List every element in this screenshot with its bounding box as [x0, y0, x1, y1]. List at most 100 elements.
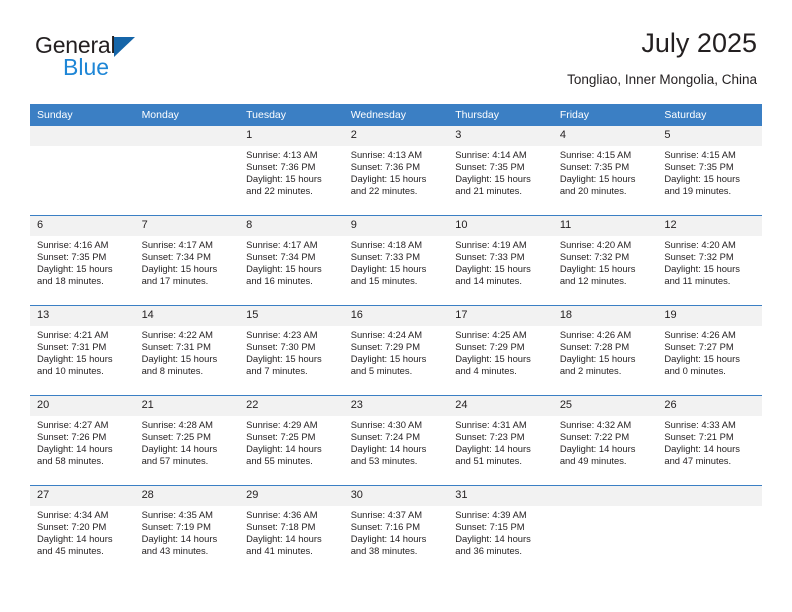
daylight-text-line1: Daylight: 14 hours: [455, 532, 531, 544]
sunset-text: Sunset: 7:25 PM: [246, 430, 316, 442]
day-number: 7: [134, 216, 240, 236]
daylight-text-line2: and 22 minutes.: [350, 184, 418, 196]
calendar-day-cell[interactable]: 1 Sunrise: 4:13 AM Sunset: 7:36 PM Daylight…: [239, 126, 344, 216]
day-number: 18: [552, 306, 658, 326]
daylight-text-line2: and 20 minutes.: [559, 184, 627, 196]
calendar-day-cell[interactable]: 25 Sunrise: 4:32 AM Sunset: 7:22 PM Dayligh…: [552, 395, 658, 486]
sunrise-text: Sunrise: 4:37 AM: [350, 509, 423, 520]
calendar-day-cell[interactable]: 21 Sunrise: 4:28 AM Sunset: 7:25 PM Dayligh…: [134, 395, 240, 486]
daylight-text-line1: Daylight: 15 hours: [664, 262, 740, 274]
daylight-text-line2: and 41 minutes.: [246, 544, 313, 556]
sunrise-text: Sunrise: 4:15 AM: [664, 149, 736, 160]
daylight-text-line1: Daylight: 15 hours: [141, 352, 218, 364]
sunrise-text: Sunrise: 4:21 AM: [37, 329, 109, 340]
calendar-day-cell[interactable]: 4 Sunrise: 4:15 AM Sunset: 7:35 PM Daylight…: [552, 126, 658, 216]
sunrise-text: Sunrise: 4:29 AM: [246, 419, 318, 430]
sunrise-text: Sunrise: 4:14 AM: [455, 149, 527, 160]
daylight-text-line2: and 45 minutes.: [37, 544, 104, 556]
calendar-day-cell[interactable]: 19 Sunrise: 4:26 AM Sunset: 7:27 PM Dayligh…: [657, 305, 762, 396]
calendar-day-cell[interactable]: 9 Sunrise: 4:18 AM Sunset: 7:33 PM Daylight…: [343, 215, 449, 306]
title-block: July 2025 Tongliao, Inner Mongolia, Chin…: [567, 26, 757, 90]
daylight-text-line1: Daylight: 14 hours: [350, 442, 427, 454]
day-number: 11: [552, 216, 658, 236]
calendar-day-cell[interactable]: 5 Sunrise: 4:15 AM Sunset: 7:35 PM Daylight…: [657, 126, 762, 216]
daylight-text-line1: Daylight: 15 hours: [559, 172, 636, 184]
sunset-text: Sunset: 7:16 PM: [350, 520, 420, 532]
sunrise-text: Sunrise: 4:24 AM: [350, 329, 423, 340]
day-sun-info: Sunrise: 4:13 AM Sunset: 7:36 PM Daylight:…: [344, 146, 449, 197]
day-sun-info: Sunrise: 4:32 AM Sunset: 7:22 PM Daylight:…: [553, 416, 658, 467]
calendar-day-cell[interactable]: 29 Sunrise: 4:36 AM Sunset: 7:18 PM Dayligh…: [239, 485, 344, 575]
calendar-day-cell[interactable]: 13 Sunrise: 4:21 AM Sunset: 7:31 PM Dayligh…: [30, 305, 135, 396]
calendar-day-cell[interactable]: 18 Sunrise: 4:26 AM Sunset: 7:28 PM Dayligh…: [552, 305, 658, 396]
calendar-day-cell[interactable]: 26 Sunrise: 4:33 AM Sunset: 7:21 PM Dayligh…: [657, 395, 762, 486]
calendar-day-cell[interactable]: 22 Sunrise: 4:29 AM Sunset: 7:25 PM Dayligh…: [239, 395, 344, 486]
calendar-day-cell[interactable]: 28 Sunrise: 4:35 AM Sunset: 7:19 PM Dayligh…: [134, 485, 240, 575]
calendar-body: 1 Sunrise: 4:13 AM Sunset: 7:36 PM Daylight…: [30, 126, 762, 575]
day-sun-info: Sunrise: 4:27 AM Sunset: 7:26 PM Daylight:…: [30, 416, 135, 467]
daylight-text-line2: and 47 minutes.: [664, 454, 732, 466]
daylight-text-line1: Daylight: 15 hours: [350, 352, 427, 364]
calendar-day-cell[interactable]: 27 Sunrise: 4:34 AM Sunset: 7:20 PM Dayligh…: [30, 485, 135, 575]
daylight-text-line2: and 17 minutes.: [141, 274, 209, 286]
calendar-day-cell[interactable]: 11 Sunrise: 4:20 AM Sunset: 7:32 PM Dayligh…: [552, 215, 658, 306]
day-number: 12: [657, 216, 762, 236]
day-number: 3: [448, 126, 553, 146]
general-blue-logo: General Blue: [35, 32, 215, 88]
daylight-text-line2: and 21 minutes.: [455, 184, 522, 196]
calendar-day-cell[interactable]: 17 Sunrise: 4:25 AM Sunset: 7:29 PM Dayligh…: [448, 305, 553, 396]
day-sun-info: Sunrise: 4:29 AM Sunset: 7:25 PM Daylight:…: [239, 416, 344, 467]
sunrise-text: Sunrise: 4:15 AM: [559, 149, 632, 160]
calendar-day-cell[interactable]: 2 Sunrise: 4:13 AM Sunset: 7:36 PM Daylight…: [343, 126, 449, 216]
sunset-text: Sunset: 7:34 PM: [246, 250, 316, 262]
sunset-text: Sunset: 7:18 PM: [246, 520, 316, 532]
weekday-header-tuesday: Tuesday: [239, 104, 344, 126]
sunrise-text: Sunrise: 4:22 AM: [141, 329, 213, 340]
daylight-text-line1: Daylight: 15 hours: [37, 352, 113, 364]
daylight-text-line2: and 18 minutes.: [37, 274, 104, 286]
calendar-day-cell[interactable]: 7 Sunrise: 4:17 AM Sunset: 7:34 PM Daylight…: [134, 215, 240, 306]
day-number: 27: [30, 486, 135, 506]
sunset-text: Sunset: 7:26 PM: [37, 430, 107, 442]
day-number: 20: [30, 396, 135, 416]
calendar-week-row: 13 Sunrise: 4:21 AM Sunset: 7:31 PM Dayligh…: [30, 305, 762, 396]
daylight-text-line1: Daylight: 15 hours: [559, 262, 636, 274]
day-sun-info: Sunrise: 4:33 AM Sunset: 7:21 PM Daylight:…: [657, 416, 762, 467]
calendar-day-cell[interactable]: 8 Sunrise: 4:17 AM Sunset: 7:34 PM Daylight…: [239, 215, 344, 306]
calendar-day-cell[interactable]: 20 Sunrise: 4:27 AM Sunset: 7:26 PM Dayligh…: [30, 395, 135, 486]
calendar-day-cell[interactable]: 6 Sunrise: 4:16 AM Sunset: 7:35 PM Daylight…: [30, 215, 135, 306]
sunset-text: Sunset: 7:20 PM: [37, 520, 107, 532]
calendar-day-cell[interactable]: 24 Sunrise: 4:31 AM Sunset: 7:23 PM Dayligh…: [448, 395, 553, 486]
day-number: [552, 486, 658, 506]
daylight-text-line1: Daylight: 14 hours: [455, 442, 531, 454]
triangle-logo-icon: [114, 37, 136, 57]
day-number: [134, 126, 240, 146]
calendar-day-cell[interactable]: 31 Sunrise: 4:39 AM Sunset: 7:15 PM Dayligh…: [448, 485, 553, 575]
calendar-day-cell[interactable]: 15 Sunrise: 4:23 AM Sunset: 7:30 PM Dayligh…: [239, 305, 344, 396]
day-number: 9: [343, 216, 449, 236]
day-number: 1: [239, 126, 344, 146]
calendar-day-cell[interactable]: 14 Sunrise: 4:22 AM Sunset: 7:31 PM Dayligh…: [134, 305, 240, 396]
day-sun-info: Sunrise: 4:22 AM Sunset: 7:31 PM Daylight:…: [135, 326, 240, 377]
daylight-text-line2: and 49 minutes.: [559, 454, 627, 466]
sunset-text: Sunset: 7:35 PM: [664, 160, 734, 172]
daylight-text-line1: Daylight: 14 hours: [664, 442, 740, 454]
calendar-day-cell[interactable]: 12 Sunrise: 4:20 AM Sunset: 7:32 PM Dayligh…: [657, 215, 762, 306]
day-sun-info: Sunrise: 4:13 AM Sunset: 7:36 PM Daylight:…: [239, 146, 344, 197]
calendar-day-cell[interactable]: 23 Sunrise: 4:30 AM Sunset: 7:24 PM Dayligh…: [343, 395, 449, 486]
calendar-day-cell[interactable]: 30 Sunrise: 4:37 AM Sunset: 7:16 PM Dayligh…: [343, 485, 449, 575]
calendar-week-row: 20 Sunrise: 4:27 AM Sunset: 7:26 PM Dayligh…: [30, 395, 762, 486]
calendar-day-cell-empty: [657, 485, 762, 575]
daylight-text-line2: and 10 minutes.: [37, 364, 104, 376]
calendar-day-cell[interactable]: 10 Sunrise: 4:19 AM Sunset: 7:33 PM Dayligh…: [448, 215, 553, 306]
sunrise-text: Sunrise: 4:31 AM: [455, 419, 527, 430]
sunrise-text: Sunrise: 4:27 AM: [37, 419, 109, 430]
sunset-text: Sunset: 7:34 PM: [141, 250, 211, 262]
sunrise-text: Sunrise: 4:17 AM: [246, 239, 318, 250]
day-sun-info: Sunrise: 4:37 AM Sunset: 7:16 PM Daylight:…: [344, 506, 449, 557]
day-sun-info: Sunrise: 4:36 AM Sunset: 7:18 PM Daylight:…: [239, 506, 344, 557]
calendar-day-cell[interactable]: 3 Sunrise: 4:14 AM Sunset: 7:35 PM Daylight…: [448, 126, 553, 216]
sunrise-text: Sunrise: 4:13 AM: [350, 149, 423, 160]
calendar-day-cell[interactable]: 16 Sunrise: 4:24 AM Sunset: 7:29 PM Dayligh…: [343, 305, 449, 396]
daylight-text-line2: and 22 minutes.: [246, 184, 313, 196]
